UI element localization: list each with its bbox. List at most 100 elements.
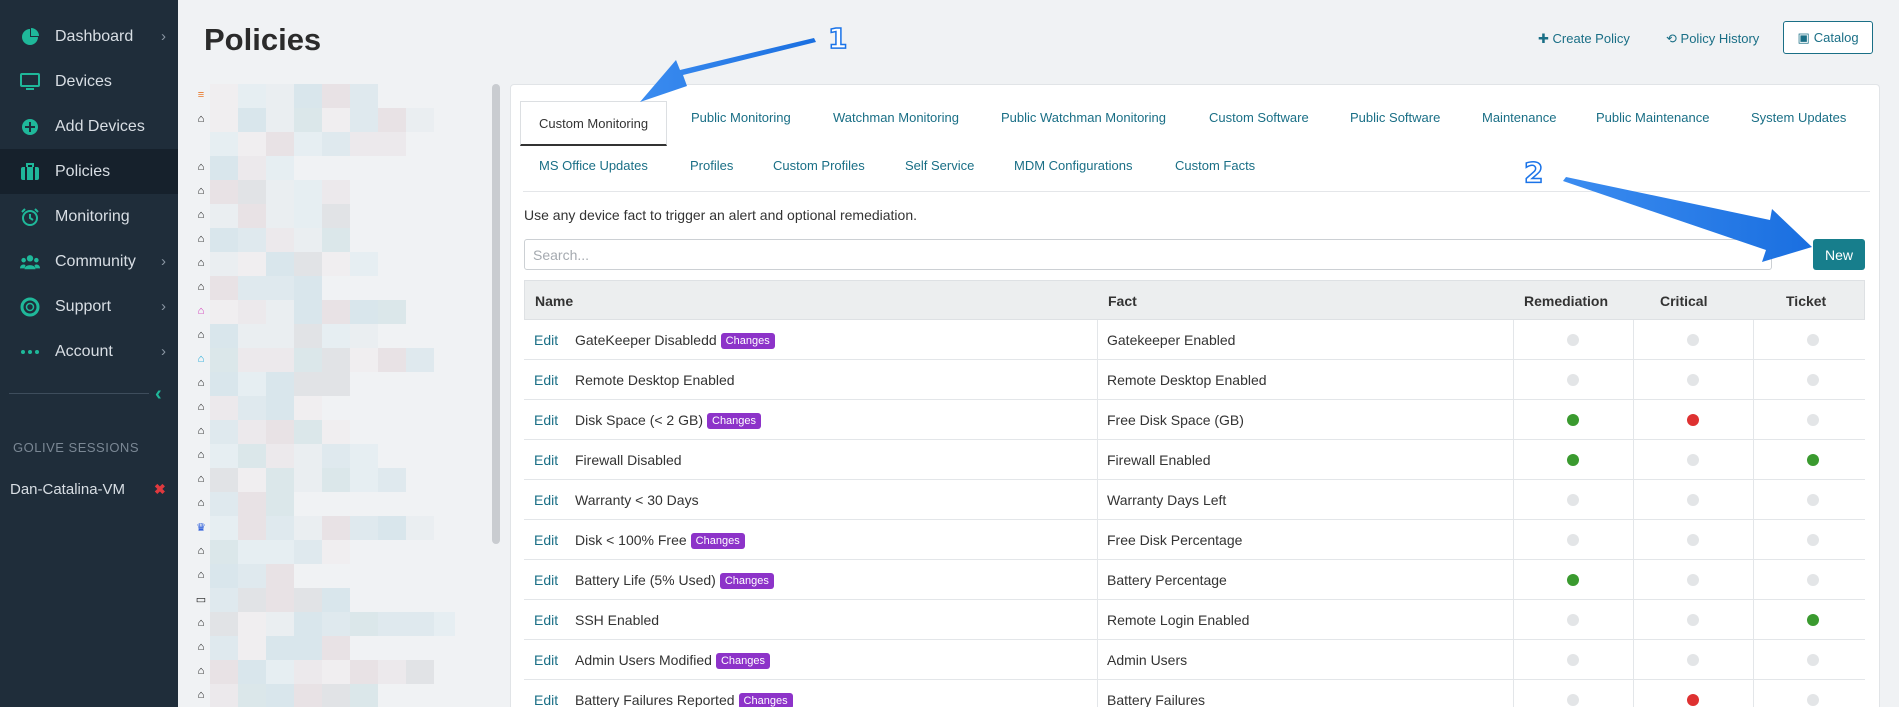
blur-block: [322, 636, 350, 660]
tab-public-monitoring[interactable]: Public Monitoring: [691, 110, 791, 125]
blur-block: [238, 396, 266, 420]
edit-link[interactable]: Edit: [534, 452, 558, 468]
sidebar-item-label: Account: [55, 342, 113, 360]
new-policy-button[interactable]: New: [1813, 239, 1865, 270]
edit-link[interactable]: Edit: [534, 532, 558, 548]
remediation-status-dot: [1567, 454, 1579, 466]
column-divider: [1753, 640, 1754, 680]
table-row: Edit Battery Life (5% Used) Changes Battery…: [524, 560, 1865, 600]
column-header-fact[interactable]: Fact: [1108, 293, 1137, 309]
blur-block: [266, 516, 294, 540]
changes-badge[interactable]: Changes: [719, 573, 774, 589]
search-input[interactable]: [524, 239, 1772, 270]
edit-link[interactable]: Edit: [534, 492, 558, 508]
column-divider: [1513, 480, 1514, 520]
blur-block: [210, 324, 238, 348]
edit-link[interactable]: Edit: [534, 332, 558, 348]
critical-status-dot: [1687, 654, 1699, 666]
blur-block: [322, 468, 350, 492]
remediation-status-dot: [1567, 494, 1579, 506]
tab-ms-office-updates[interactable]: MS Office Updates: [539, 158, 648, 173]
blur-block: [238, 588, 266, 612]
edit-link[interactable]: Edit: [534, 412, 558, 428]
column-divider: [1633, 520, 1634, 560]
changes-badge[interactable]: Changes: [715, 653, 770, 669]
tab-watchman-monitoring[interactable]: Watchman Monitoring: [833, 110, 959, 125]
sidebar-item-devices[interactable]: Devices: [0, 59, 178, 104]
edit-link[interactable]: Edit: [534, 372, 558, 388]
sidebar-item-policies[interactable]: Policies: [0, 149, 178, 194]
tab-public-maintenance[interactable]: Public Maintenance: [1596, 110, 1709, 125]
tab-profiles[interactable]: Profiles: [690, 158, 733, 173]
blur-block: [266, 468, 294, 492]
tab-custom-facts[interactable]: Custom Facts: [1175, 158, 1255, 173]
tab-maintenance[interactable]: Maintenance: [1482, 110, 1556, 125]
life-ring-icon: [20, 297, 40, 317]
tab-mdm-configurations[interactable]: MDM Configurations: [1014, 158, 1133, 173]
blur-block: [210, 252, 238, 276]
building-icon: ⌂: [197, 545, 205, 557]
blur-block: [378, 660, 406, 684]
column-header-remediation[interactable]: Remediation: [1524, 293, 1608, 309]
catalog-label: Catalog: [1813, 30, 1859, 45]
sidebar-item-label: Add Devices: [55, 117, 145, 135]
blur-block: [266, 348, 294, 372]
create-policy-link[interactable]: ✚ Create Policy: [1538, 31, 1630, 47]
critical-status-dot: [1687, 414, 1699, 426]
column-divider: [1513, 680, 1514, 707]
tab-system-updates[interactable]: System Updates: [1751, 110, 1846, 125]
sidebar-item-support[interactable]: Support ›: [0, 284, 178, 329]
edit-link[interactable]: Edit: [534, 572, 558, 588]
blur-block: [294, 612, 322, 636]
blur-block: [350, 444, 378, 468]
edit-link[interactable]: Edit: [534, 612, 558, 628]
ticket-status-dot: [1807, 694, 1819, 706]
table-row: Edit Disk Space (< 2 GB) Changes Free Disk …: [524, 400, 1865, 440]
policy-history-link[interactable]: ⟲ Policy History: [1666, 31, 1759, 47]
close-session-icon[interactable]: ✖: [154, 481, 166, 498]
device-list-scrollbar[interactable]: [492, 84, 500, 544]
blur-block: [266, 252, 294, 276]
blur-block: [322, 204, 350, 228]
sidebar-item-monitoring[interactable]: Monitoring: [0, 194, 178, 239]
blur-block: [266, 396, 294, 420]
table-row: Edit Firewall Disabled Firewall Enabled: [524, 440, 1865, 480]
blur-block: [238, 444, 266, 468]
column-header-critical[interactable]: Critical: [1660, 293, 1707, 309]
blur-block: [266, 228, 294, 252]
policy-fact: Firewall Enabled: [1107, 452, 1211, 468]
blur-block: [266, 132, 294, 156]
blur-block: [294, 276, 322, 300]
sidebar-item-add-devices[interactable]: Add Devices: [0, 104, 178, 149]
policy-fact: Free Disk Percentage: [1107, 532, 1243, 548]
golive-session-link[interactable]: Dan-Catalina-VM: [10, 481, 125, 498]
catalog-button[interactable]: ▣ Catalog: [1783, 21, 1873, 54]
blur-block: [238, 420, 266, 444]
tab-custom-profiles[interactable]: Custom Profiles: [773, 158, 865, 173]
sidebar-item-community[interactable]: Community ›: [0, 239, 178, 284]
edit-link[interactable]: Edit: [534, 692, 558, 707]
tab-public-software[interactable]: Public Software: [1350, 110, 1440, 125]
sidebar-item-dashboard[interactable]: Dashboard ›: [0, 14, 178, 59]
changes-badge[interactable]: Changes: [690, 533, 745, 549]
policy-name-text: Battery Failures Reported: [575, 692, 735, 707]
policy-fact: Free Disk Space (GB): [1107, 412, 1244, 428]
tab-custom-software[interactable]: Custom Software: [1209, 110, 1309, 125]
sidebar-item-account[interactable]: Account ›: [0, 329, 178, 374]
changes-badge[interactable]: Changes: [720, 333, 775, 349]
tab-public-watchman-monitoring[interactable]: Public Watchman Monitoring: [1001, 110, 1166, 125]
column-header-name[interactable]: Name: [535, 293, 573, 309]
changes-badge[interactable]: Changes: [738, 693, 793, 707]
column-divider: [1513, 640, 1514, 680]
tab-custom-monitoring[interactable]: Custom Monitoring: [520, 101, 668, 146]
edit-link[interactable]: Edit: [534, 652, 558, 668]
column-header-ticket[interactable]: Ticket: [1786, 293, 1826, 309]
page-title: Policies: [204, 22, 322, 57]
blur-block: [238, 108, 266, 132]
sidebar-item-label: Monitoring: [55, 207, 130, 225]
blur-block: [210, 108, 238, 132]
collapse-sidebar-icon[interactable]: ‹: [155, 383, 162, 406]
tab-self-service[interactable]: Self Service: [905, 158, 974, 173]
changes-badge[interactable]: Changes: [707, 413, 762, 429]
table-row: Edit Battery Failures Reported Changes Batt…: [524, 680, 1865, 707]
